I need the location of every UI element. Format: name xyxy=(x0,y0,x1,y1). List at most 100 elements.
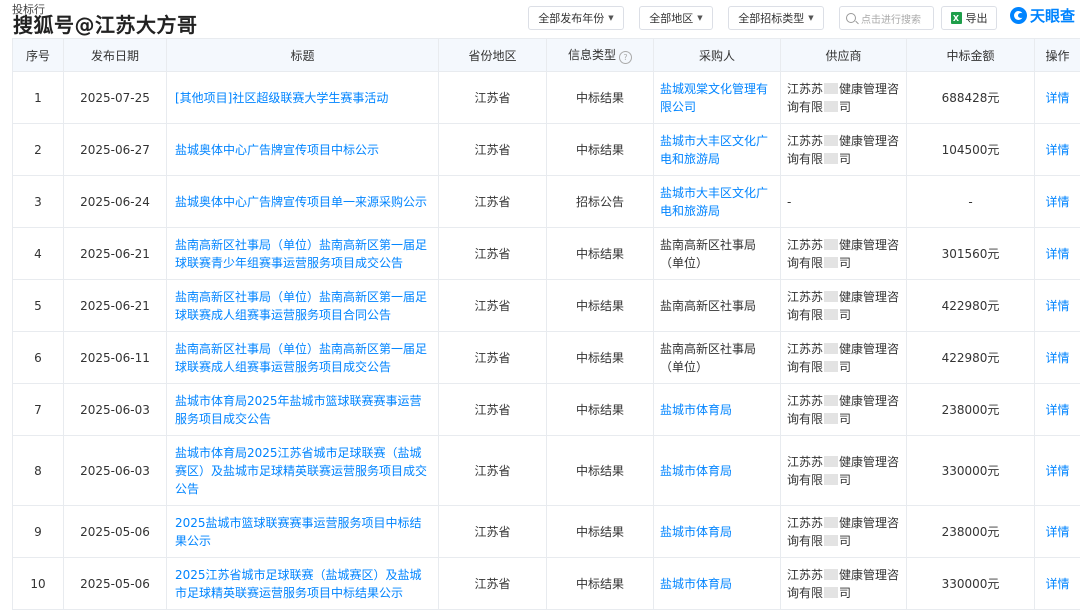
row-title-link[interactable]: 2025江苏省城市足球联赛（盐城赛区）及盐城市足球精英联赛运营服务项目中标结果公… xyxy=(166,557,439,610)
row-info-type: 中标结果 xyxy=(546,505,654,558)
row-region: 江苏省 xyxy=(438,227,547,280)
row-region: 江苏省 xyxy=(438,383,547,436)
table-row: 4 2025-06-21 盐南高新区社事局（单位）盐南高新区第一届足球联赛青少年组赛… xyxy=(12,227,1080,280)
redaction-mask xyxy=(824,100,839,112)
row-detail-link[interactable]: 详情 xyxy=(1034,383,1080,436)
search-placeholder: 点击进行搜索 xyxy=(861,14,921,26)
row-date: 2025-06-24 xyxy=(63,175,167,228)
row-amount: - xyxy=(906,175,1035,228)
row-index: 10 xyxy=(12,557,64,610)
table-header-row: 序号 发布日期 标题 省份地区 信息类型? 采购人 供应商 中标金额 操作 xyxy=(12,38,1080,72)
row-region: 江苏省 xyxy=(438,123,547,176)
row-supplier: 江苏苏 健康管理咨询有限司 xyxy=(780,279,907,332)
row-detail-link[interactable]: 详情 xyxy=(1034,227,1080,280)
row-supplier: 江苏苏 健康管理咨询有限司 xyxy=(780,435,907,506)
row-title-link[interactable]: 盐南高新区社事局（单位）盐南高新区第一届足球联赛成人组赛事运营服务项目合同公告 xyxy=(166,279,439,332)
caret-down-icon: ▼ xyxy=(608,14,614,22)
row-date: 2025-06-03 xyxy=(63,435,167,506)
filter-region[interactable]: 全部地区 ▼ xyxy=(639,6,713,30)
brand-name: 天眼查 xyxy=(1030,7,1076,25)
filter-region-label: 全部地区 xyxy=(649,12,694,25)
export-button[interactable]: X 导出 xyxy=(941,6,997,30)
table-row: 5 2025-06-21 盐南高新区社事局（单位）盐南高新区第一届足球联赛成人组赛事… xyxy=(12,279,1080,332)
redaction-mask xyxy=(824,256,839,268)
row-detail-link[interactable]: 详情 xyxy=(1034,175,1080,228)
redaction-mask xyxy=(824,308,839,320)
row-title-link[interactable]: 盐城市体育局2025年盐城市篮球联赛赛事运营服务项目成交公告 xyxy=(166,383,439,436)
row-supplier: 江苏苏 健康管理咨询有限司 xyxy=(780,331,907,384)
table-row: 10 2025-05-06 2025江苏省城市足球联赛（盐城赛区）及盐城市足球精英联… xyxy=(12,557,1080,610)
row-index: 1 xyxy=(12,71,64,124)
header-date: 发布日期 xyxy=(63,38,167,72)
row-date: 2025-05-06 xyxy=(63,557,167,610)
row-date: 2025-06-21 xyxy=(63,279,167,332)
export-label: 导出 xyxy=(965,12,988,25)
row-region: 江苏省 xyxy=(438,435,547,506)
table-row: 9 2025-05-06 2025盐城市篮球联赛赛事运营服务项目中标结果公示 江苏省中… xyxy=(12,505,1080,558)
row-buyer-link[interactable]: 盐城市体育局 xyxy=(653,505,781,558)
header-amount: 中标金额 xyxy=(906,38,1035,72)
redaction-mask xyxy=(824,473,839,485)
row-detail-link[interactable]: 详情 xyxy=(1034,279,1080,332)
row-region: 江苏省 xyxy=(438,175,547,228)
redaction-mask xyxy=(824,412,839,424)
row-region: 江苏省 xyxy=(438,331,547,384)
redaction-mask xyxy=(824,152,839,164)
row-amount: 688428元 xyxy=(906,71,1035,124)
redaction-mask xyxy=(824,586,839,598)
row-region: 江苏省 xyxy=(438,279,547,332)
redaction-mask xyxy=(824,455,839,467)
filter-publish-year[interactable]: 全部发布年份 ▼ xyxy=(528,6,624,30)
row-buyer-link[interactable]: 盐城市大丰区文化广电和旅游局 xyxy=(653,123,781,176)
row-supplier: 江苏苏 健康管理咨询有限司 xyxy=(780,557,907,610)
row-title-link[interactable]: 盐城市体育局2025江苏省城市足球联赛（盐城赛区）及盐城市足球精英联赛运营服务项… xyxy=(166,435,439,506)
row-supplier: 江苏苏 健康管理咨询有限司 xyxy=(780,505,907,558)
row-detail-link[interactable]: 详情 xyxy=(1034,557,1080,610)
redaction-mask xyxy=(824,568,839,580)
row-detail-link[interactable]: 详情 xyxy=(1034,71,1080,124)
row-title-link[interactable]: 盐城奥体中心广告牌宣传项目单一来源采购公示 xyxy=(166,175,439,228)
top-toolbar: 投标行 搜狐号@江苏大方哥 全部发布年份 ▼ 全部地区 ▼ 全部招标类型 ▼ 点… xyxy=(0,0,1080,40)
row-amount: 301560元 xyxy=(906,227,1035,280)
row-title-link[interactable]: [其他项目]社区超级联赛大学生赛事活动 xyxy=(166,71,439,124)
row-buyer-link[interactable]: 盐城市体育局 xyxy=(653,557,781,610)
redaction-mask xyxy=(824,134,839,146)
row-title-link[interactable]: 盐城奥体中心广告牌宣传项目中标公示 xyxy=(166,123,439,176)
row-region: 江苏省 xyxy=(438,71,547,124)
row-amount: 238000元 xyxy=(906,383,1035,436)
row-buyer-link[interactable]: 盐城市体育局 xyxy=(653,383,781,436)
row-buyer-link[interactable]: 盐城市大丰区文化广电和旅游局 xyxy=(653,175,781,228)
row-index: 9 xyxy=(12,505,64,558)
row-buyer-link[interactable]: 盐城观棠文化管理有限公司 xyxy=(653,71,781,124)
caret-down-icon: ▼ xyxy=(808,14,814,22)
row-amount: 104500元 xyxy=(906,123,1035,176)
header-info-type-label: 信息类型 xyxy=(567,48,616,62)
row-buyer-link[interactable]: 盐城市体育局 xyxy=(653,435,781,506)
row-index: 5 xyxy=(12,279,64,332)
tianyancha-logo: 天眼查 xyxy=(1010,5,1075,26)
row-title-link[interactable]: 盐南高新区社事局（单位）盐南高新区第一届足球联赛青少年组赛事运营服务项目成交公告 xyxy=(166,227,439,280)
table-row: 7 2025-06-03 盐城市体育局2025年盐城市篮球联赛赛事运营服务项目成交公… xyxy=(12,383,1080,436)
row-supplier: 江苏苏 健康管理咨询有限司 xyxy=(780,123,907,176)
row-index: 6 xyxy=(12,331,64,384)
redaction-mask xyxy=(824,516,839,528)
row-detail-link[interactable]: 详情 xyxy=(1034,331,1080,384)
table-row: 8 2025-06-03 盐城市体育局2025江苏省城市足球联赛（盐城赛区）及盐城市… xyxy=(12,435,1080,506)
search-input[interactable]: 点击进行搜索 xyxy=(839,6,934,30)
row-title-link[interactable]: 盐南高新区社事局（单位）盐南高新区第一届足球联赛成人组赛事运营服务项目成交公告 xyxy=(166,331,439,384)
tianyancha-logo-icon xyxy=(1010,7,1027,24)
row-detail-link[interactable]: 详情 xyxy=(1034,123,1080,176)
filter-bid-type-label: 全部招标类型 xyxy=(738,12,805,25)
row-date: 2025-06-27 xyxy=(63,123,167,176)
row-detail-link[interactable]: 详情 xyxy=(1034,505,1080,558)
question-icon[interactable]: ? xyxy=(619,51,632,64)
row-title-link[interactable]: 2025盐城市篮球联赛赛事运营服务项目中标结果公示 xyxy=(166,505,439,558)
table-row: 3 2025-06-24 盐城奥体中心广告牌宣传项目单一来源采购公示 江苏省 招标公告盐… xyxy=(12,175,1080,228)
row-index: 2 xyxy=(12,123,64,176)
watermark-text: 搜狐号@江苏大方哥 xyxy=(13,13,198,37)
row-date: 2025-06-11 xyxy=(63,331,167,384)
filter-bid-type[interactable]: 全部招标类型 ▼ xyxy=(728,6,824,30)
row-detail-link[interactable]: 详情 xyxy=(1034,435,1080,506)
redaction-mask xyxy=(824,82,839,94)
row-info-type: 中标结果 xyxy=(546,331,654,384)
